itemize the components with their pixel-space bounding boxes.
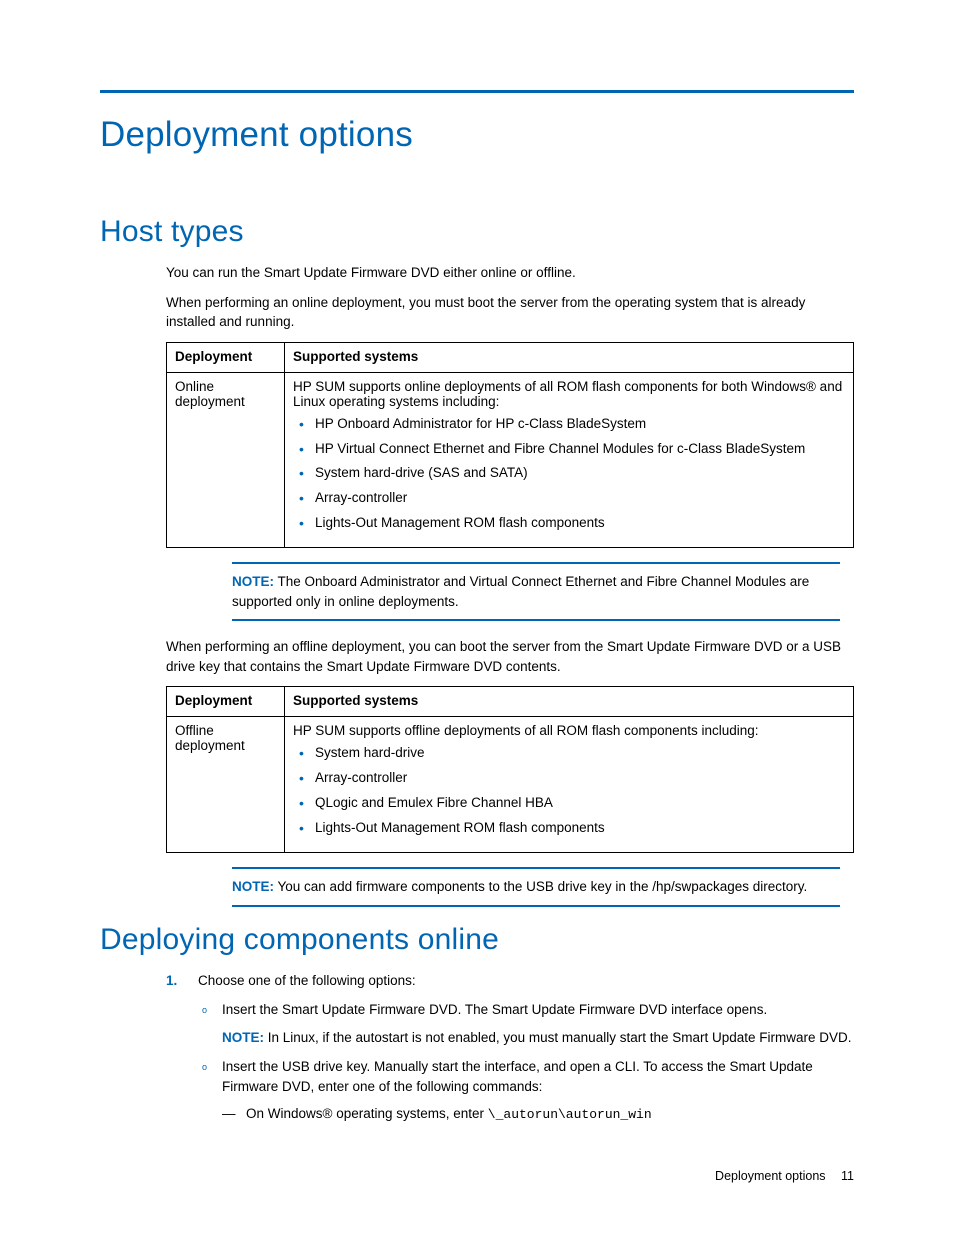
chapter-title: Deployment options bbox=[100, 115, 854, 155]
option-insert-usb: Insert the USB drive key. Manually start… bbox=[198, 1057, 854, 1125]
option-insert-dvd: Insert the Smart Update Firmware DVD. Th… bbox=[198, 1000, 854, 1047]
note-label: NOTE: bbox=[222, 1030, 264, 1045]
command-windows: On Windows® operating systems, enter \_a… bbox=[222, 1104, 854, 1125]
page-footer: Deployment options 11 bbox=[715, 1169, 854, 1183]
para-offline-desc: When performing an offline deployment, y… bbox=[166, 637, 854, 676]
note-text: The Onboard Administrator and Virtual Co… bbox=[232, 574, 809, 609]
table2-header-col1: Deployment bbox=[167, 687, 285, 717]
list-item: System hard-drive (SAS and SATA) bbox=[293, 464, 845, 483]
note-label: NOTE: bbox=[232, 879, 274, 894]
list-item: HP Virtual Connect Ethernet and Fibre Ch… bbox=[293, 440, 845, 459]
note-text: In Linux, if the autostart is not enable… bbox=[264, 1030, 852, 1045]
option-a-note: NOTE: In Linux, if the autostart is not … bbox=[222, 1028, 854, 1048]
table-online-deployment: Deployment Supported systems Online depl… bbox=[166, 342, 854, 548]
list-item: Lights-Out Management ROM flash componen… bbox=[293, 819, 845, 838]
section-deploying-online-title: Deploying components online bbox=[100, 923, 854, 957]
section-host-types-title: Host types bbox=[100, 215, 854, 249]
list-item: Array-controller bbox=[293, 769, 845, 788]
note-online: NOTE: The Onboard Administrator and Virt… bbox=[232, 562, 840, 621]
footer-section: Deployment options bbox=[715, 1169, 825, 1183]
para-online-desc: When performing an online deployment, yo… bbox=[166, 293, 854, 332]
list-item: Lights-Out Management ROM flash componen… bbox=[293, 514, 845, 533]
option-text: Insert the Smart Update Firmware DVD. Th… bbox=[222, 1002, 767, 1017]
option-text: Insert the USB drive key. Manually start… bbox=[222, 1059, 813, 1094]
para-intro: You can run the Smart Update Firmware DV… bbox=[166, 263, 854, 283]
list-item: QLogic and Emulex Fibre Channel HBA bbox=[293, 794, 845, 813]
table1-row1-col2: HP SUM supports online deployments of al… bbox=[285, 372, 854, 547]
note-label: NOTE: bbox=[232, 574, 274, 589]
cmd-prefix: On Windows® operating systems, enter bbox=[246, 1106, 488, 1121]
table-offline-deployment: Deployment Supported systems Offline dep… bbox=[166, 686, 854, 853]
table1-row1-col1: Online deployment bbox=[167, 372, 285, 547]
table2-row1-col1: Offline deployment bbox=[167, 717, 285, 853]
table1-header-col2: Supported systems bbox=[285, 342, 854, 372]
list-item: System hard-drive bbox=[293, 744, 845, 763]
table2-header-col2: Supported systems bbox=[285, 687, 854, 717]
note-text: You can add firmware components to the U… bbox=[274, 879, 807, 894]
step-1: 1. Choose one of the following options: … bbox=[166, 971, 854, 1126]
step-number: 1. bbox=[166, 971, 177, 991]
table1-row1-intro: HP SUM supports online deployments of al… bbox=[293, 379, 845, 409]
command-list: On Windows® operating systems, enter \_a… bbox=[222, 1104, 854, 1125]
note-offline: NOTE: You can add firmware components to… bbox=[232, 867, 840, 907]
cmd-text: \_autorun\autorun_win bbox=[488, 1107, 652, 1122]
deploy-steps: 1. Choose one of the following options: … bbox=[166, 971, 854, 1126]
table2-row1-col2: HP SUM supports offline deployments of a… bbox=[285, 717, 854, 853]
footer-page-number: 11 bbox=[841, 1169, 854, 1183]
table2-row1-list: System hard-drive Array-controller QLogi… bbox=[293, 744, 845, 838]
table2-row1-intro: HP SUM supports offline deployments of a… bbox=[293, 723, 845, 738]
table1-row1-list: HP Onboard Administrator for HP c-Class … bbox=[293, 415, 845, 533]
step-text: Choose one of the following options: bbox=[198, 973, 416, 988]
step-1-options: Insert the Smart Update Firmware DVD. Th… bbox=[198, 1000, 854, 1125]
table1-header-col1: Deployment bbox=[167, 342, 285, 372]
list-item: HP Onboard Administrator for HP c-Class … bbox=[293, 415, 845, 434]
list-item: Array-controller bbox=[293, 489, 845, 508]
